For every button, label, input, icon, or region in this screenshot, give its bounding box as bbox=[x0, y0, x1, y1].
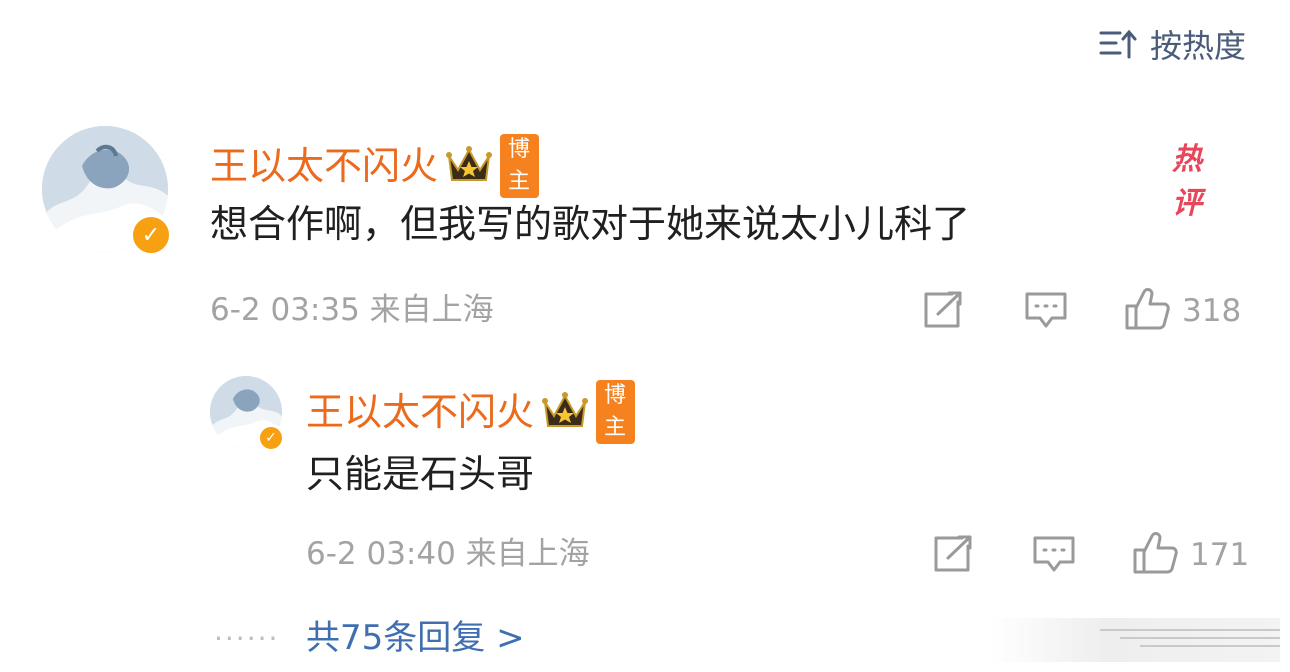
like-count: 171 bbox=[1190, 537, 1250, 573]
like-count: 318 bbox=[1182, 293, 1242, 329]
sort-icon bbox=[1098, 27, 1138, 65]
sort-by-hot-button[interactable]: 按热度 bbox=[1098, 26, 1246, 66]
comment-meta: 6-2 03:35 来自上海 bbox=[210, 292, 494, 328]
repost-icon[interactable] bbox=[922, 290, 964, 334]
comment-icon[interactable] bbox=[1024, 290, 1068, 334]
verified-icon: ✓ bbox=[257, 424, 285, 452]
like-icon bbox=[1132, 530, 1178, 580]
sort-label: 按热度 bbox=[1149, 27, 1246, 65]
like-button[interactable]: 171 bbox=[1132, 530, 1249, 580]
reply-text: 只能是石头哥 bbox=[306, 452, 535, 496]
like-icon bbox=[1124, 286, 1170, 336]
fade-lines bbox=[1100, 624, 1280, 658]
repost-icon[interactable] bbox=[932, 534, 974, 578]
comment-text: 想合作啊，但我写的歌对于她来说太小儿科了 bbox=[210, 202, 971, 246]
like-button[interactable]: 318 bbox=[1124, 286, 1241, 336]
comment-icon[interactable] bbox=[1032, 534, 1076, 578]
verified-icon: ✓ bbox=[130, 214, 172, 256]
reply-meta: 6-2 03:40 来自上海 bbox=[306, 536, 590, 572]
crown-icon bbox=[446, 144, 493, 188]
blogger-badge: 博主 bbox=[500, 134, 540, 198]
user-name[interactable]: 王以太不闪火 bbox=[210, 143, 438, 189]
more-replies-dots: ······ bbox=[214, 622, 280, 655]
user-name[interactable]: 王以太不闪火 bbox=[306, 389, 534, 435]
blogger-badge: 博主 bbox=[596, 380, 636, 444]
hot-comment-badge: 热评 bbox=[1172, 142, 1202, 221]
crown-icon bbox=[542, 390, 589, 434]
more-replies-link[interactable]: 共75条回复 > bbox=[306, 616, 525, 660]
